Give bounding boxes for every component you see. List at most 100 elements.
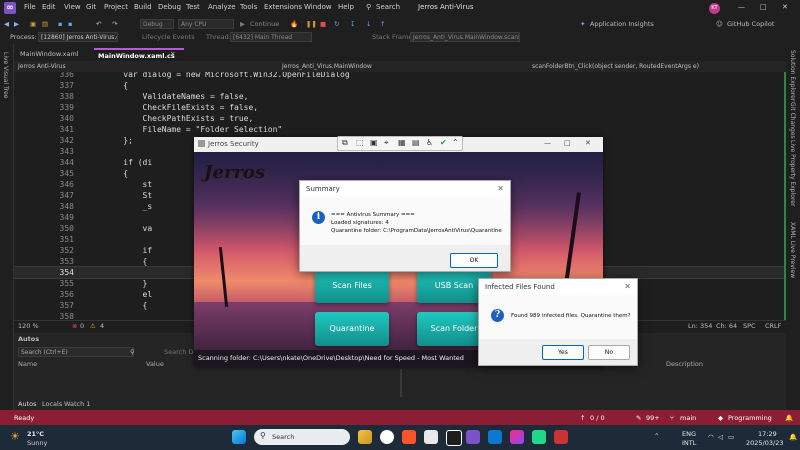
- tab-mainwindow-xaml[interactable]: MainWindow.xaml: [16, 48, 83, 60]
- tab-autos[interactable]: Autos: [18, 400, 36, 408]
- live-visual-tree-tab[interactable]: Live Visual Tree: [2, 52, 9, 98]
- code-line[interactable]: 338 ValidateNames = false,: [14, 91, 786, 102]
- taskbar-search-box[interactable]: ⚲ Search: [254, 429, 350, 445]
- continue-play-icon[interactable]: ▶: [240, 20, 245, 28]
- github-copilot-button[interactable]: GitHub Copilot: [727, 20, 774, 28]
- redo-icon[interactable]: ↷: [112, 20, 117, 28]
- terminal-icon[interactable]: [446, 430, 462, 446]
- branch-name[interactable]: main: [680, 414, 696, 422]
- step-over-icon[interactable]: ↧: [350, 20, 355, 28]
- battery-icon[interactable]: ▭: [728, 433, 734, 441]
- rider-icon[interactable]: [510, 430, 524, 444]
- collapse-toolbar-icon[interactable]: ⌃: [452, 138, 459, 147]
- clock-date[interactable]: 2025/03/23: [746, 439, 783, 447]
- menu-test[interactable]: Test: [186, 3, 200, 11]
- store-icon[interactable]: [424, 430, 438, 444]
- maximize-icon[interactable]: □: [760, 3, 767, 11]
- select-element-icon[interactable]: ⬚: [356, 138, 364, 147]
- menu-analyze[interactable]: Analyze: [208, 3, 236, 11]
- line-ending[interactable]: CRLF: [765, 322, 781, 330]
- summary-close-icon[interactable]: ✕: [497, 181, 504, 197]
- notification-bell-icon[interactable]: 🔔: [789, 433, 797, 441]
- binding-failures-icon[interactable]: ▤: [412, 138, 420, 147]
- weather-temperature[interactable]: 21°C: [27, 430, 44, 438]
- class-select[interactable]: Jerros_Anti_Virus.MainWindow: [282, 62, 372, 71]
- language-code[interactable]: ENG: [682, 430, 696, 438]
- tab-watch-1[interactable]: Watch 1: [64, 400, 90, 408]
- menu-view[interactable]: View: [64, 3, 81, 11]
- app-maximize-icon[interactable]: □: [564, 139, 571, 147]
- application-insights-icon[interactable]: ✦: [580, 20, 585, 28]
- undo-icon[interactable]: ↶: [96, 20, 101, 28]
- avatar[interactable]: KT: [709, 3, 720, 14]
- keyboard-layout[interactable]: INTL: [682, 439, 696, 447]
- thread-select[interactable]: [6432] Main Thread: [230, 32, 312, 42]
- visual-studio-icon[interactable]: [466, 430, 480, 444]
- spacing-mode[interactable]: SPC: [743, 322, 756, 330]
- menu-build[interactable]: Build: [134, 3, 152, 11]
- menu-extensions[interactable]: Extensions: [264, 3, 302, 11]
- menu-tools[interactable]: Tools: [240, 3, 257, 11]
- project-select[interactable]: Jerros Anti-Virus: [18, 62, 66, 71]
- hot-reload-icon[interactable]: 🔥: [290, 20, 298, 28]
- menu-project[interactable]: Project: [104, 3, 128, 11]
- wifi-icon[interactable]: ◠: [708, 433, 714, 441]
- weather-description[interactable]: Sunny: [27, 439, 47, 447]
- volume-icon[interactable]: ◁: [718, 433, 723, 441]
- track-focus-icon[interactable]: ⌖: [384, 138, 389, 148]
- save-icon[interactable]: ▪: [58, 20, 62, 28]
- hot-reload-status-icon[interactable]: ✔: [440, 138, 447, 147]
- menu-edit[interactable]: Edit: [42, 3, 56, 11]
- close-icon[interactable]: ✕: [782, 3, 788, 11]
- tab-locals[interactable]: Locals: [42, 400, 62, 408]
- windows-start-icon[interactable]: [232, 430, 246, 444]
- brave-icon[interactable]: [402, 430, 416, 444]
- changes-count[interactable]: 99+: [646, 414, 660, 422]
- yes-button[interactable]: Yes: [542, 345, 584, 360]
- scan-files-button[interactable]: Scan Files: [315, 269, 389, 303]
- step-out-icon[interactable]: ↑: [380, 20, 385, 28]
- code-line[interactable]: 337 {: [14, 80, 786, 91]
- panel-splitter[interactable]: [400, 369, 402, 397]
- repository-name[interactable]: Programming: [728, 414, 772, 422]
- save-all-icon[interactable]: ▪: [68, 20, 72, 28]
- solution-explorer-tab[interactable]: Solution Explorer: [789, 50, 796, 101]
- menu-help[interactable]: Help: [338, 3, 354, 11]
- step-into-icon[interactable]: ↓: [366, 20, 371, 28]
- push-count[interactable]: 0 / 0: [590, 414, 605, 422]
- application-insights-button[interactable]: Application Insights: [590, 20, 654, 28]
- accessibility-icon[interactable]: ♿: [426, 138, 433, 147]
- search-menu[interactable]: Search: [376, 3, 400, 11]
- xaml-live-preview-tab[interactable]: XAML Live Preview: [789, 222, 796, 278]
- app-close-icon[interactable]: ✕: [585, 139, 591, 147]
- antivirus-app-icon[interactable]: [554, 430, 568, 444]
- no-button[interactable]: No: [588, 345, 630, 360]
- vscode-icon[interactable]: [488, 430, 502, 444]
- menu-debug[interactable]: Debug: [158, 3, 181, 11]
- copilot-icon[interactable]: ☺: [716, 20, 723, 28]
- chrome-icon[interactable]: [380, 430, 394, 444]
- display-adorners-icon[interactable]: ▣: [370, 138, 378, 147]
- stop-icon[interactable]: ■: [320, 20, 326, 28]
- live-property-explorer-tab[interactable]: Live Property Explorer: [789, 140, 796, 206]
- autos-search-icon[interactable]: ⚲: [130, 348, 135, 356]
- menu-window[interactable]: Window: [304, 3, 332, 11]
- close-tab-icon[interactable]: ✕: [166, 48, 179, 60]
- menu-file[interactable]: File: [24, 3, 36, 11]
- go-to-live-tree-icon[interactable]: ⧉: [342, 138, 348, 148]
- open-folder-icon[interactable]: ▤: [42, 20, 48, 28]
- clock-time[interactable]: 17:29: [758, 430, 777, 438]
- code-line[interactable]: 341 FileName = "Folder Selection": [14, 124, 786, 135]
- notifications-icon[interactable]: 🔔: [785, 414, 793, 422]
- lifecycle-events-button[interactable]: Lifecycle Events: [142, 33, 195, 41]
- platform-select[interactable]: Any CPU: [178, 19, 234, 29]
- code-line[interactable]: 339 CheckFileExists = false,: [14, 102, 786, 113]
- configuration-select[interactable]: Debug: [140, 19, 174, 29]
- pycharm-icon[interactable]: [532, 430, 546, 444]
- autos-search-input[interactable]: Search (Ctrl+E): [18, 347, 134, 357]
- layout-adorners-icon[interactable]: ▦: [398, 138, 406, 147]
- back-icon[interactable]: ◀: [4, 20, 9, 28]
- quarantine-button[interactable]: Quarantine: [315, 312, 389, 346]
- git-changes-tab[interactable]: Git Changes: [789, 102, 796, 139]
- continue-button[interactable]: Continue: [250, 20, 279, 28]
